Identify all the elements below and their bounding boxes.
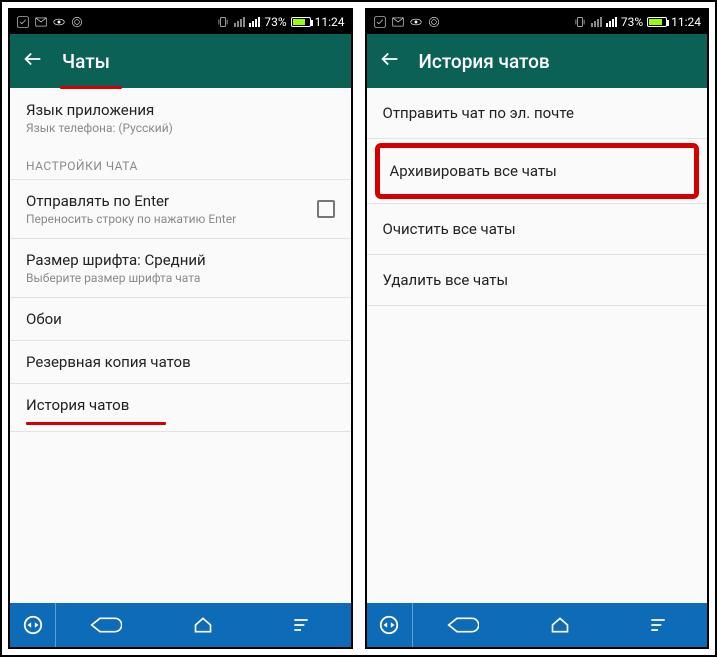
back-button[interactable] xyxy=(379,48,401,74)
signal-1-icon xyxy=(234,17,245,27)
nav-home-button[interactable] xyxy=(511,603,609,647)
row-label: Удалить все чаты xyxy=(383,271,692,289)
nav-recents-button[interactable] xyxy=(609,603,707,647)
mail-icon xyxy=(391,15,405,29)
divider xyxy=(367,305,708,306)
page-title: Чаты xyxy=(62,50,110,73)
teamviewer-button[interactable] xyxy=(367,603,413,647)
eye-icon xyxy=(52,15,66,29)
mail-icon xyxy=(34,15,48,29)
row-label: Отправить чат по эл. почте xyxy=(383,104,692,122)
teamviewer-button[interactable] xyxy=(10,603,56,647)
app-bar: Чаты xyxy=(10,34,351,88)
nav-bar xyxy=(367,603,708,647)
highlight-box: Архивировать все чаты xyxy=(375,143,700,199)
nav-bar xyxy=(10,603,351,647)
vibrate-icon xyxy=(573,15,587,29)
phone-left: 73% 11:24 Чаты Язык приложения Язык теле… xyxy=(8,8,353,649)
row-label: Резервная копия чатов xyxy=(26,353,335,371)
history-underline xyxy=(26,422,166,425)
row-label: Размер шрифта: Средний xyxy=(26,251,335,269)
row-backup[interactable]: Резервная копия чатов xyxy=(10,341,351,383)
clock: 11:24 xyxy=(671,15,701,29)
battery-icon xyxy=(291,17,311,27)
checkbox[interactable] xyxy=(317,200,335,218)
row-clear-all[interactable]: Очистить все чаты xyxy=(367,204,708,254)
eye-icon xyxy=(409,15,423,29)
status-bar: 73% 11:24 xyxy=(10,10,351,34)
notif-icon xyxy=(373,15,387,29)
battery-icon xyxy=(647,17,667,27)
row-delete-all[interactable]: Удалить все чаты xyxy=(367,255,708,305)
battery-pct: 73% xyxy=(264,15,286,29)
row-wallpaper[interactable]: Обои xyxy=(10,298,351,340)
back-button[interactable] xyxy=(22,48,44,74)
clock: 11:24 xyxy=(315,15,345,29)
notif-icon xyxy=(16,15,30,29)
battery-pct: 73% xyxy=(621,15,643,29)
section-header: НАСТРОЙКИ ЧАТА xyxy=(10,147,351,179)
signal-2-icon xyxy=(249,17,260,27)
row-archive-all[interactable]: Архивировать все чаты xyxy=(390,162,685,180)
row-sublabel: Выберите размер шрифта чата xyxy=(26,271,335,285)
row-label: Обои xyxy=(26,310,335,328)
nav-back-button[interactable] xyxy=(413,603,511,647)
row-label: Язык приложения xyxy=(26,101,335,119)
sync-icon xyxy=(70,15,84,29)
nav-home-button[interactable] xyxy=(154,603,252,647)
nav-recents-button[interactable] xyxy=(252,603,350,647)
signal-2-icon xyxy=(606,17,617,27)
row-sublabel: Язык телефона: (Русский) xyxy=(26,121,335,135)
settings-list: Язык приложения Язык телефона: (Русский)… xyxy=(10,89,351,603)
row-email-chat[interactable]: Отправить чат по эл. почте xyxy=(367,88,708,138)
row-label: Отправлять по Enter xyxy=(26,192,236,210)
row-chat-history[interactable]: История чатов xyxy=(10,384,351,420)
phone-right: 73% 11:24 История чатов Отправить чат по… xyxy=(365,8,710,649)
status-bar: 73% 11:24 xyxy=(367,10,708,34)
divider xyxy=(367,138,708,139)
vibrate-icon xyxy=(216,15,230,29)
app-bar: История чатов xyxy=(367,34,708,88)
divider xyxy=(10,431,351,432)
nav-back-button[interactable] xyxy=(56,603,154,647)
page-title: История чатов xyxy=(419,50,550,73)
row-label: Очистить все чаты xyxy=(383,220,692,238)
row-label: История чатов xyxy=(26,396,335,414)
signal-1-icon xyxy=(591,17,602,27)
row-sublabel: Переносить строку по нажатию Enter xyxy=(26,212,236,226)
row-app-language[interactable]: Язык приложения Язык телефона: (Русский) xyxy=(10,89,351,147)
sync-icon xyxy=(427,15,441,29)
history-list: Отправить чат по эл. почте Архивировать … xyxy=(367,88,708,603)
row-send-on-enter[interactable]: Отправлять по Enter Переносить строку по… xyxy=(10,180,351,238)
row-font-size[interactable]: Размер шрифта: Средний Выберите размер ш… xyxy=(10,239,351,297)
